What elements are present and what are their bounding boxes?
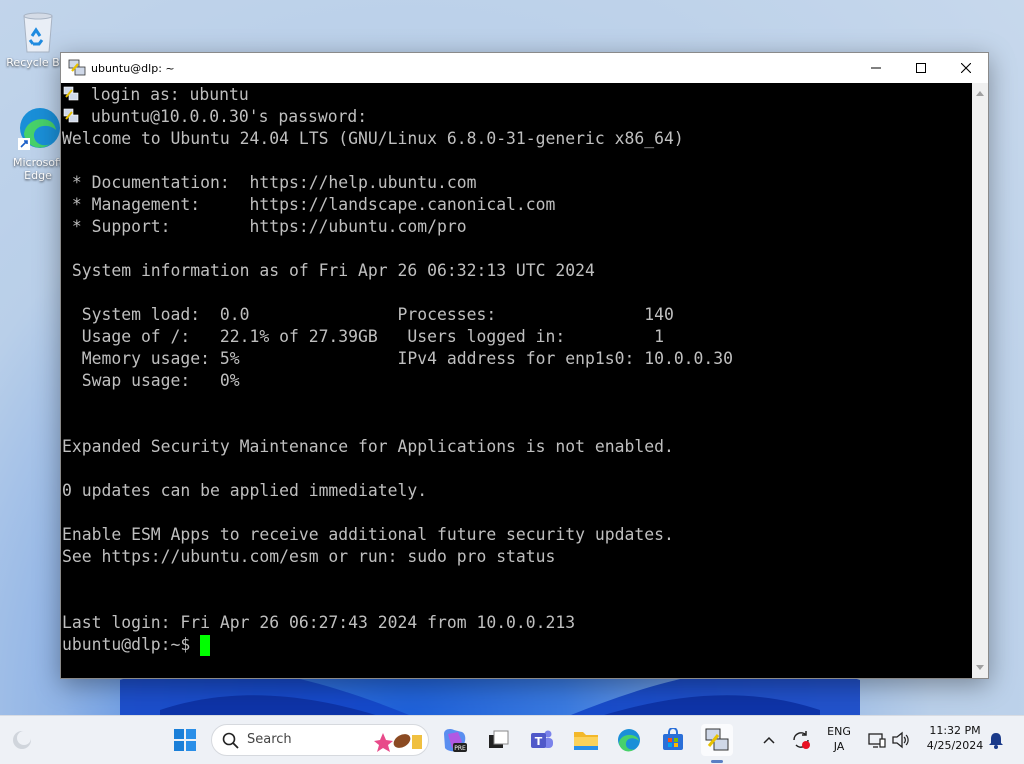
search-placeholder: Search: [247, 732, 292, 747]
scroll-down-arrow-icon[interactable]: [976, 665, 984, 670]
chevron-up-icon: [763, 736, 775, 744]
notifications-button[interactable]: [980, 724, 1012, 756]
task-view-icon: [489, 730, 509, 748]
speaker-icon: [892, 731, 909, 749]
maximize-icon: [915, 63, 926, 73]
language-indicator[interactable]: ENG JA: [823, 725, 855, 753]
putty-small-icon: [63, 108, 79, 124]
terminal-line: * Support: https://ubuntu.com/pro: [62, 217, 467, 236]
close-icon: [960, 63, 971, 73]
svg-text:PRE: PRE: [454, 745, 466, 752]
tray-update-button[interactable]: [785, 724, 817, 756]
store-icon: [663, 728, 683, 750]
minimize-button[interactable]: [853, 53, 898, 83]
taskbar-teams[interactable]: T: [526, 724, 558, 756]
putty-small-icon: [63, 86, 79, 102]
terminal-line: login as: ubuntu: [81, 85, 249, 104]
putty-icon: [68, 59, 86, 76]
taskbar-file-explorer[interactable]: [570, 724, 602, 756]
terminal-line: Enable ESM Apps to receive additional fu…: [62, 525, 674, 544]
terminal-line: Memory usage: 5% IPv4 address for enp1s0…: [62, 349, 734, 368]
terminal-area[interactable]: login as: ubuntu ubuntu@10.0.0.30's pass…: [61, 83, 973, 678]
language-top: ENG: [827, 725, 851, 738]
terminal-line: Welcome to Ubuntu 24.04 LTS (GNU/Linux 6…: [62, 129, 684, 148]
svg-text:T: T: [535, 735, 543, 748]
taskbar-search-box[interactable]: Search: [211, 724, 429, 756]
close-button[interactable]: [943, 53, 988, 83]
edge-icon: [18, 108, 60, 150]
windows-start-icon: [174, 729, 196, 751]
maximize-button[interactable]: [898, 53, 943, 83]
taskbar-copilot[interactable]: PRE: [438, 724, 470, 756]
show-hidden-icons-button[interactable]: [753, 724, 785, 756]
volume-button[interactable]: [885, 724, 917, 756]
taskbar: Search PRE T ENG JA 11:32 PM 4/25/2024: [0, 715, 1024, 764]
putty-icon: [705, 728, 729, 751]
terminal-line: 0 updates can be applied immediately.: [62, 481, 428, 500]
terminal-line: Expanded Security Maintenance for Applic…: [62, 437, 674, 456]
terminal-cursor: [200, 635, 211, 656]
weather-widget-icon: [13, 731, 31, 749]
taskbar-edge[interactable]: [613, 724, 645, 756]
taskbar-store[interactable]: [657, 724, 689, 756]
terminal-line: ubuntu@10.0.0.30's password:: [81, 107, 368, 126]
copilot-icon: PRE: [444, 729, 467, 752]
desktop-icon-label: Microsoft Edge: [12, 156, 64, 182]
terminal-line: * Documentation: https://help.ubuntu.com: [62, 173, 477, 192]
terminal-line: See https://ubuntu.com/esm or run: sudo …: [62, 547, 556, 566]
terminal-scrollbar[interactable]: [972, 83, 988, 678]
recycle-bin-icon: [23, 12, 53, 53]
language-bottom: JA: [833, 740, 845, 753]
folder-icon: [574, 732, 598, 750]
terminal-line: * Management: https://landscape.canonica…: [62, 195, 556, 214]
terminal-line: Usage of /: 22.1% of 27.39GB Users logge…: [62, 327, 664, 346]
widgets-button[interactable]: [6, 724, 38, 756]
window-title: ubuntu@dlp: ~: [91, 61, 175, 75]
scroll-up-arrow-icon[interactable]: [976, 91, 984, 96]
window-titlebar[interactable]: ubuntu@dlp: ~: [61, 53, 988, 83]
minimize-icon: [870, 67, 881, 69]
teams-icon: T: [531, 730, 553, 748]
start-button[interactable]: [169, 724, 201, 756]
terminal-line: System information as of Fri Apr 26 06:3…: [62, 261, 595, 280]
terminal-line: Swap usage: 0%: [62, 371, 240, 390]
sync-alert-icon: [793, 731, 810, 749]
search-highlight-icon: [374, 733, 422, 752]
putty-window[interactable]: ubuntu@dlp: ~ login as: ubuntu ubuntu@10…: [60, 52, 989, 679]
taskbar-putty[interactable]: [701, 724, 733, 756]
terminal-line: Last login: Fri Apr 26 06:27:43 2024 fro…: [62, 613, 576, 632]
bell-icon: [989, 733, 1003, 749]
taskbar-task-view[interactable]: [482, 724, 514, 756]
terminal-line: ubuntu@dlp:~$: [62, 635, 201, 654]
edge-icon: [618, 729, 640, 752]
terminal-line: System load: 0.0 Processes: 140: [62, 305, 674, 324]
search-icon: [222, 732, 239, 749]
network-icon: [868, 733, 886, 748]
